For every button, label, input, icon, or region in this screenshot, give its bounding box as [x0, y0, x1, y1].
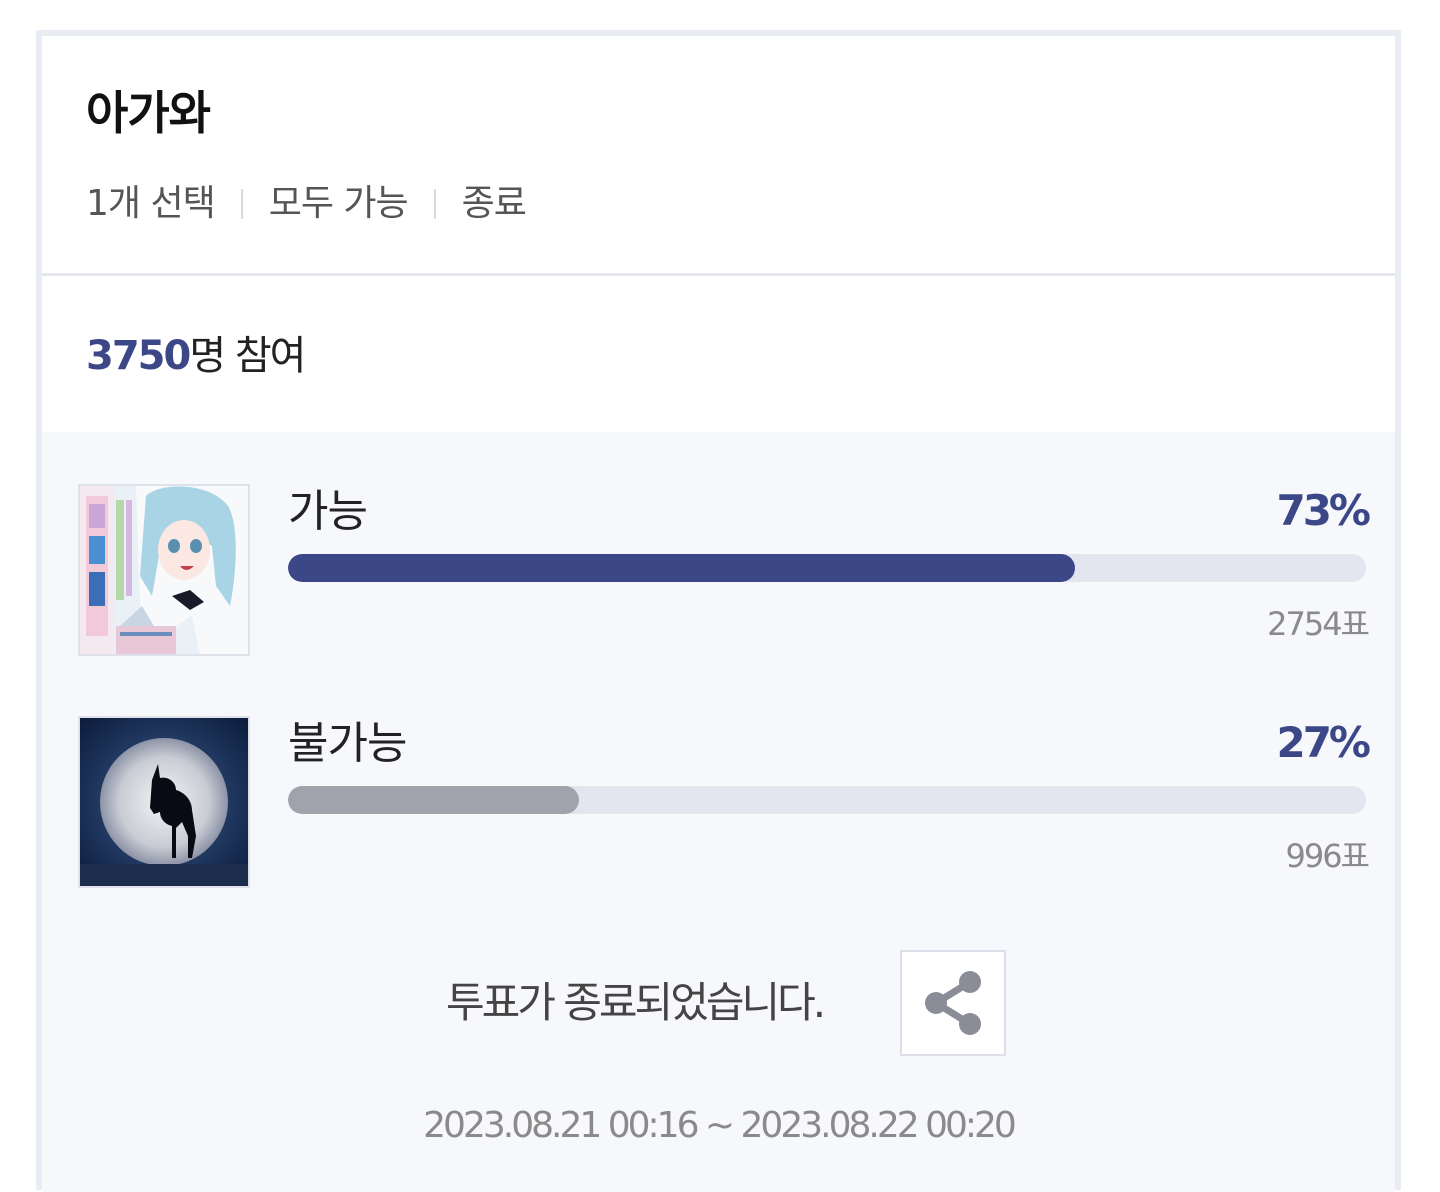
- option-progress-fill: [288, 554, 1075, 582]
- manga-cover-image: [80, 486, 248, 654]
- share-icon: [925, 971, 981, 1035]
- participant-number: 3750: [86, 333, 191, 379]
- meta-divider: [240, 189, 243, 219]
- selection-type: 1개 선택: [86, 183, 216, 224]
- option-progress-bar: [288, 786, 1366, 814]
- option-thumbnail: [78, 716, 250, 888]
- poll-header: 아가와 1개 선택 모두 가능 종료: [42, 36, 1395, 276]
- option-label: 불가능: [288, 718, 407, 769]
- option-votes: 2754표: [1267, 605, 1370, 643]
- option-thumbnail: [78, 484, 250, 656]
- option-progress-bar: [288, 554, 1366, 582]
- share-button[interactable]: [900, 950, 1006, 1056]
- meta-divider: [433, 189, 436, 219]
- option-votes: 996표: [1285, 837, 1370, 875]
- visibility-type: 모두 가능: [268, 183, 409, 224]
- poll-option: 가능 73% 2754표: [78, 484, 1371, 660]
- poll-period: 2023.08.21 00:16 ~ 2023.08.22 00:20: [423, 1105, 1017, 1146]
- poll-meta: 1개 선택 모두 가능 종료: [86, 183, 527, 224]
- option-percent: 27%: [1276, 718, 1371, 767]
- poll-results: 가능 73% 2754표 불가능 27% 996표 투표가 종료되었습니다. 2…: [42, 432, 1395, 1192]
- option-progress-fill: [288, 786, 580, 814]
- unicorn-moon-image: [80, 718, 248, 886]
- option-percent: 73%: [1276, 486, 1371, 535]
- participant-suffix: 명 참여: [189, 333, 306, 379]
- poll-ended-message: 투표가 종료되었습니다.: [446, 978, 826, 1027]
- participant-count: 3750명 참여: [86, 333, 306, 379]
- poll-status: 종료: [461, 183, 527, 224]
- poll-option: 불가능 27% 996표: [78, 716, 1371, 892]
- option-label: 가능: [288, 486, 368, 537]
- poll-title: 아가와: [86, 86, 211, 140]
- poll-card: 아가와 1개 선택 모두 가능 종료 3750명 참여 가능 73% 2754표…: [36, 30, 1401, 1192]
